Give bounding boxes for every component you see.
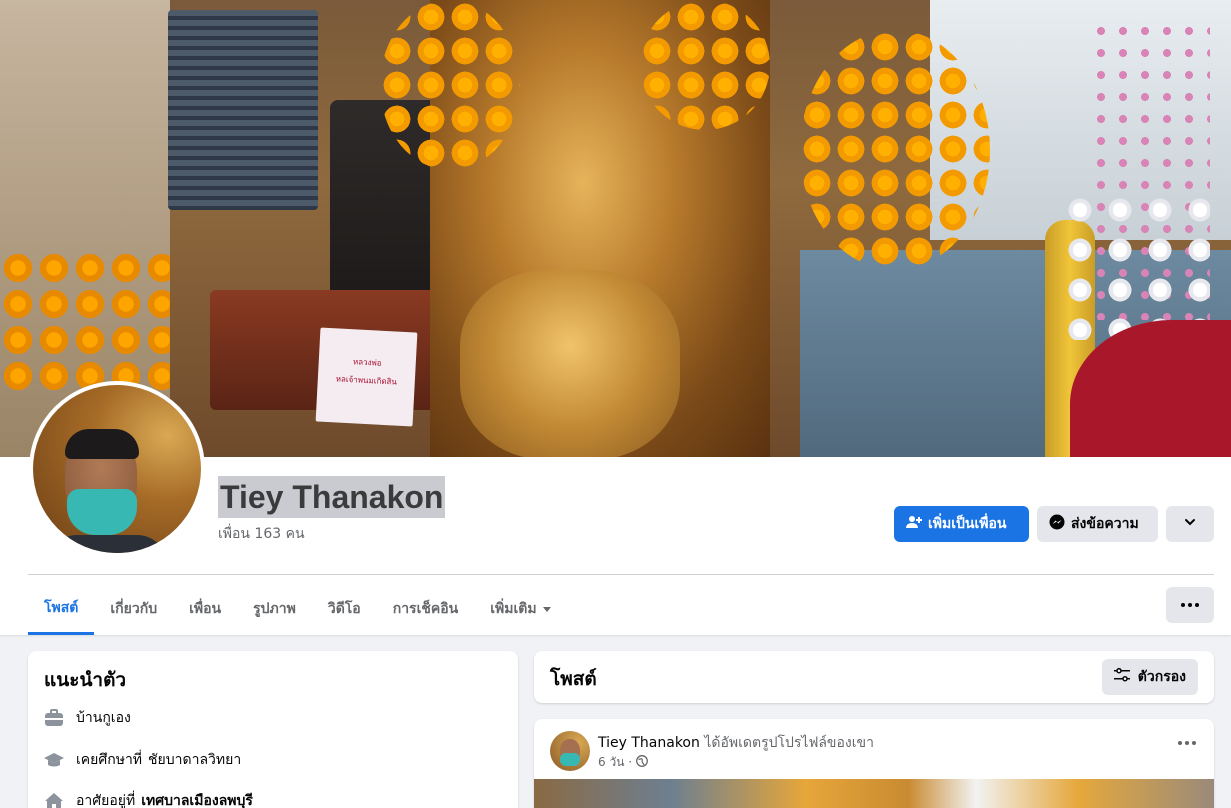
- hometown-text: บ้านกูเอง: [76, 710, 131, 726]
- posts-header-card: โพสต์ ตัวกรอง: [534, 651, 1214, 703]
- post-options-button[interactable]: [1178, 741, 1196, 745]
- profile-picture[interactable]: [29, 381, 205, 557]
- tab-friends[interactable]: เพื่อน: [173, 584, 237, 634]
- cover-lilies: [1060, 190, 1210, 340]
- add-friend-icon: [906, 514, 922, 534]
- header-divider: [28, 574, 1214, 575]
- cover-marigold-garland: [380, 0, 520, 170]
- profile-name: Tiey Thanakon: [218, 476, 446, 518]
- filter-label: ตัวกรอง: [1137, 669, 1186, 685]
- tab-photos[interactable]: รูปภาพ: [237, 584, 312, 634]
- friends-count[interactable]: เพื่อน 163 คน: [218, 523, 305, 545]
- home-icon: [44, 791, 64, 808]
- tabs-options-button[interactable]: [1166, 587, 1214, 623]
- tab-label: วิดีโอ: [327, 601, 361, 617]
- cover-air-cooler: [168, 10, 318, 210]
- tab-label: การเช็คอิน: [392, 601, 459, 617]
- lives-place[interactable]: เทศบาลเมืองลพบุรี: [141, 790, 253, 808]
- tab-label: โพสต์: [44, 600, 79, 616]
- intro-card: แนะนำตัว บ้านกูเอง เคยศึกษาที่ ชัยบาดาลว…: [28, 651, 518, 808]
- tab-label: เพิ่มเติม: [490, 601, 537, 617]
- globe-icon: [636, 755, 648, 770]
- chevron-down-icon: [1184, 516, 1196, 532]
- tab-checkins[interactable]: การเช็คอิน: [377, 584, 475, 634]
- profile-tabs: โพสต์ เกี่ยวกับ เพื่อน รูปภาพ วิดีโอ การ…: [28, 584, 567, 636]
- post-timestamp[interactable]: 6 วัน ·: [598, 753, 632, 772]
- add-friend-label: เพิ่มเป็นเพื่อน: [928, 516, 1007, 532]
- ellipsis-dot: [1192, 741, 1196, 745]
- education-place[interactable]: ชัยบาดาลวิทยา: [148, 749, 241, 771]
- cover-marigold-garland: [800, 30, 990, 270]
- lives-prefix: อาศัยอยู่ที่: [76, 793, 136, 808]
- ellipsis-dot: [1185, 741, 1189, 745]
- filter-sliders-icon: [1113, 667, 1130, 686]
- post-header-text: Tiey Thanakon ได้อัพเดตรูปโปรไฟล์ของเขา: [598, 732, 874, 754]
- cover-sign-line1: หลวงพ่อ: [352, 357, 382, 368]
- tab-label: รูปภาพ: [253, 601, 296, 617]
- profile-more-dropdown-button[interactable]: [1166, 506, 1214, 542]
- post-card: Tiey Thanakon ได้อัพเดตรูปโปรไฟล์ของเขา …: [534, 719, 1214, 808]
- post-author-name[interactable]: Tiey Thanakon: [598, 735, 700, 751]
- messenger-icon: [1049, 514, 1065, 534]
- tab-more[interactable]: เพิ่มเติม: [474, 584, 566, 634]
- post-action-text: ได้อัพเดตรูปโปรไฟล์ของเขา: [704, 735, 874, 751]
- posts-title: โพสต์: [550, 668, 597, 690]
- post-image[interactable]: [534, 779, 1214, 808]
- tab-posts[interactable]: โพสต์: [28, 584, 95, 635]
- cover-marigold-garland: [640, 0, 770, 130]
- ellipsis-dot: [1188, 603, 1192, 607]
- education-prefix: เคยศึกษาที่: [76, 752, 143, 768]
- post-meta: 6 วัน ·: [598, 753, 648, 772]
- intro-lives-in: อาศัยอยู่ที่ เทศบาลเมืองลพบุรี: [44, 790, 253, 808]
- add-friend-button[interactable]: เพิ่มเป็นเพื่อน: [894, 506, 1029, 542]
- intro-hometown: บ้านกูเอง: [44, 707, 131, 729]
- post-avatar-mask: [560, 753, 580, 766]
- message-label: ส่งข้อความ: [1071, 516, 1139, 532]
- briefcase-icon: [44, 708, 64, 728]
- ellipsis-dot: [1195, 603, 1199, 607]
- message-button[interactable]: ส่งข้อความ: [1037, 506, 1158, 542]
- avatar-shirt: [47, 535, 167, 553]
- cover-marigold-bunch: [0, 250, 170, 390]
- cover-paper-sign: หลวงพ่อ หลเจ้าพนมเกิดสิน: [315, 327, 418, 427]
- cover-sign-line2: หลเจ้าพนมเกิดสิน: [335, 374, 398, 387]
- ellipsis-icon: [1178, 741, 1182, 745]
- caret-down-icon: [542, 606, 551, 612]
- ellipsis-icon: [1181, 603, 1185, 607]
- tab-label: เพื่อน: [189, 601, 222, 617]
- intro-title: แนะนำตัว: [44, 669, 127, 691]
- intro-education: เคยศึกษาที่ ชัยบาดาลวิทยา: [44, 749, 241, 771]
- cover-photo[interactable]: หลวงพ่อ หลเจ้าพนมเกิดสิน: [0, 0, 1231, 457]
- avatar-hair: [65, 429, 139, 459]
- post-author-avatar[interactable]: [550, 731, 590, 771]
- filter-button[interactable]: ตัวกรอง: [1101, 659, 1198, 695]
- avatar: [33, 385, 201, 553]
- avatar-mask: [67, 489, 137, 535]
- cover-gold-base: [460, 270, 680, 457]
- tab-about[interactable]: เกี่ยวกับ: [94, 584, 173, 634]
- tab-label: เกี่ยวกับ: [110, 601, 158, 617]
- graduation-cap-icon: [44, 750, 64, 770]
- tab-videos[interactable]: วิดีโอ: [312, 584, 377, 634]
